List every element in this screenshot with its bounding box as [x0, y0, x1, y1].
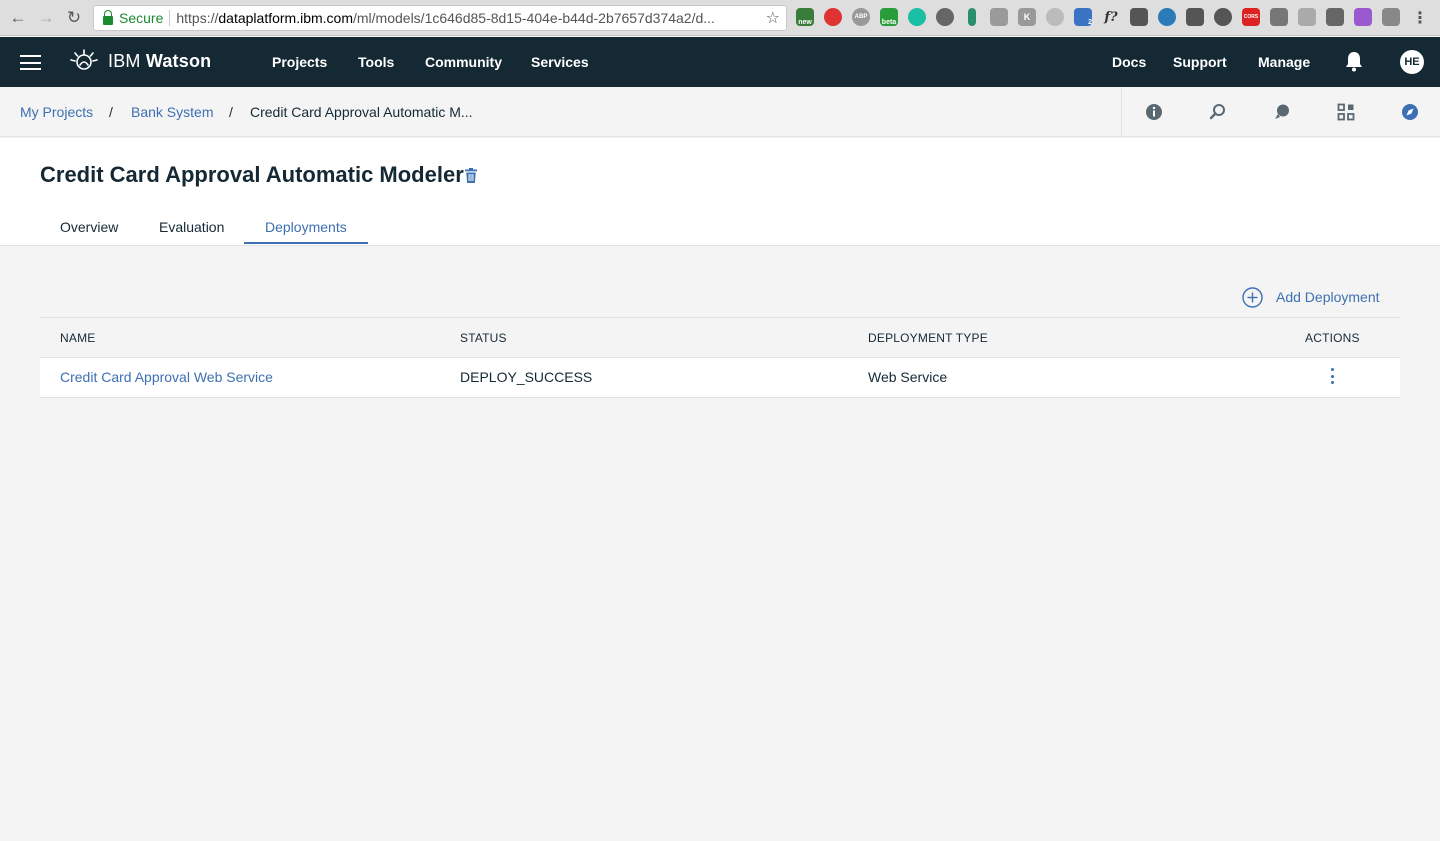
extension-k-icon[interactable]: K — [1018, 8, 1036, 26]
notifications-bell-icon[interactable] — [1345, 50, 1363, 72]
tab-evaluation[interactable]: Evaluation — [159, 219, 224, 235]
extension-cors-label: CORS — [1243, 14, 1259, 20]
extension-new-badge: new — [798, 19, 812, 26]
extension-abp-icon[interactable]: ABP — [852, 8, 870, 26]
add-deployment-button[interactable]: Add Deployment — [1242, 286, 1380, 308]
deployment-type: Web Service — [868, 369, 948, 385]
extension-ghost-icon[interactable]: 2 — [1074, 8, 1092, 26]
nav-manage[interactable]: Manage — [1258, 54, 1310, 70]
brand-name: Watson — [145, 51, 212, 71]
nav-projects[interactable]: Projects — [272, 54, 327, 70]
brand-prefix: IBM — [108, 51, 141, 71]
extension-k-label: K — [1023, 12, 1031, 22]
extension-teal-icon[interactable] — [908, 8, 926, 26]
browser-menu-icon[interactable]: ⋮ — [1412, 8, 1428, 28]
extension-brain-icon[interactable] — [936, 8, 954, 26]
breadcrumb: My Projects / Bank System / Credit Card … — [0, 87, 1440, 137]
hamburger-menu-icon[interactable] — [20, 55, 41, 70]
add-circle-icon — [1242, 286, 1263, 308]
reload-icon[interactable]: ↻ — [62, 6, 86, 30]
url-path: /ml/models/1c646d85-8d15-404e-b44d-2b765… — [353, 10, 715, 26]
address-bar[interactable]: Secure https://dataplatform.ibm.com/ml/m… — [93, 5, 787, 31]
extension-abp-label: ABP — [854, 14, 868, 20]
column-status[interactable]: STATUS — [460, 331, 507, 345]
user-avatar[interactable]: HE — [1400, 50, 1424, 74]
add-deployment-label: Add Deployment — [1276, 289, 1380, 305]
extension-fx-icon[interactable]: f? — [1102, 8, 1120, 26]
grid-icon[interactable] — [1337, 103, 1355, 121]
row-overflow-menu-icon[interactable] — [1326, 368, 1338, 388]
active-tab-indicator — [244, 242, 368, 244]
extension-count-badge: 2 — [1088, 19, 1092, 26]
extension-screen-icon[interactable] — [1326, 8, 1344, 26]
forward-icon[interactable]: → — [34, 6, 58, 30]
deployment-name-link[interactable]: Credit Card Approval Web Service — [60, 369, 273, 385]
extension-pen-icon[interactable] — [1130, 8, 1148, 26]
deployment-status: DEPLOY_SUCCESS — [460, 369, 593, 385]
url-host: dataplatform.ibm.com — [218, 10, 353, 26]
extension-beta-icon[interactable]: beta — [880, 8, 898, 26]
extension-vue-icon[interactable] — [1186, 8, 1204, 26]
breadcrumb-separator: / — [229, 104, 233, 120]
product-brand[interactable]: IBM Watson — [108, 51, 211, 72]
extension-target-icon[interactable] — [1214, 8, 1232, 26]
extension-circle-icon[interactable] — [1046, 8, 1064, 26]
info-icon[interactable] — [1145, 103, 1163, 121]
page-title: Credit Card Approval Automatic Modeler — [40, 162, 464, 187]
extension-paper-icon[interactable] — [1298, 8, 1316, 26]
compass-icon[interactable] — [1401, 103, 1419, 121]
extension-cors-icon[interactable]: CORS — [1242, 8, 1260, 26]
watson-logo-icon — [70, 49, 98, 70]
breadcrumb-separator: / — [109, 104, 113, 120]
url-text[interactable]: https://dataplatform.ibm.com/ml/models/1… — [176, 10, 756, 26]
delete-trash-icon[interactable] — [465, 168, 477, 183]
nav-docs[interactable]: Docs — [1112, 54, 1146, 70]
nav-support[interactable]: Support — [1173, 54, 1227, 70]
app-header: IBM Watson Projects Tools Community Serv… — [0, 37, 1440, 87]
extension-grey-icon[interactable] — [990, 8, 1008, 26]
lock-icon — [103, 9, 113, 25]
back-icon[interactable]: ← — [6, 6, 30, 30]
url-scheme: https:// — [176, 10, 219, 26]
search-history-icon[interactable] — [1209, 103, 1227, 121]
extension-puzzle-icon[interactable] — [1354, 8, 1372, 26]
extension-shield-icon[interactable] — [824, 8, 842, 26]
nav-tools[interactable]: Tools — [358, 54, 394, 70]
extension-w-icon[interactable] — [1382, 8, 1400, 26]
table-row: Credit Card Approval Web Service DEPLOY_… — [40, 358, 1400, 398]
bookmark-star-icon[interactable]: ☆ — [766, 8, 780, 28]
extension-fx-label: f? — [1104, 9, 1118, 25]
nav-community[interactable]: Community — [425, 54, 502, 70]
project-toolbar — [1121, 87, 1440, 137]
table-header: NAME STATUS DEPLOYMENT TYPE ACTIONS — [40, 317, 1400, 358]
breadcrumb-current: Credit Card Approval Automatic M... — [250, 104, 473, 120]
column-deployment-type[interactable]: DEPLOYMENT TYPE — [868, 331, 988, 345]
nav-services[interactable]: Services — [531, 54, 589, 70]
extension-react-icon[interactable] — [1158, 8, 1176, 26]
column-actions: ACTIONS — [1305, 331, 1360, 345]
column-name[interactable]: NAME — [60, 331, 95, 345]
tab-deployments[interactable]: Deployments — [265, 219, 347, 235]
deployments-table: NAME STATUS DEPLOYMENT TYPE ACTIONS Cred… — [40, 317, 1400, 398]
extension-key-icon[interactable] — [968, 8, 976, 26]
secure-label: Secure — [119, 10, 164, 26]
extension-hat-icon[interactable] — [1270, 8, 1288, 26]
chat-icon[interactable] — [1273, 103, 1291, 121]
breadcrumb-bank-system[interactable]: Bank System — [131, 104, 213, 120]
tab-overview[interactable]: Overview — [60, 219, 118, 235]
breadcrumb-my-projects[interactable]: My Projects — [20, 104, 93, 120]
extension-beta-badge: beta — [881, 19, 897, 26]
extension-icons: new ABP beta K 2 f? CORS — [796, 8, 1410, 26]
browser-toolbar: ← → ↻ Secure https://dataplatform.ibm.co… — [0, 0, 1440, 36]
address-divider — [169, 10, 171, 26]
page-header: Credit Card Approval Automatic Modeler O… — [0, 138, 1440, 246]
extension-new-icon[interactable]: new — [796, 8, 814, 26]
